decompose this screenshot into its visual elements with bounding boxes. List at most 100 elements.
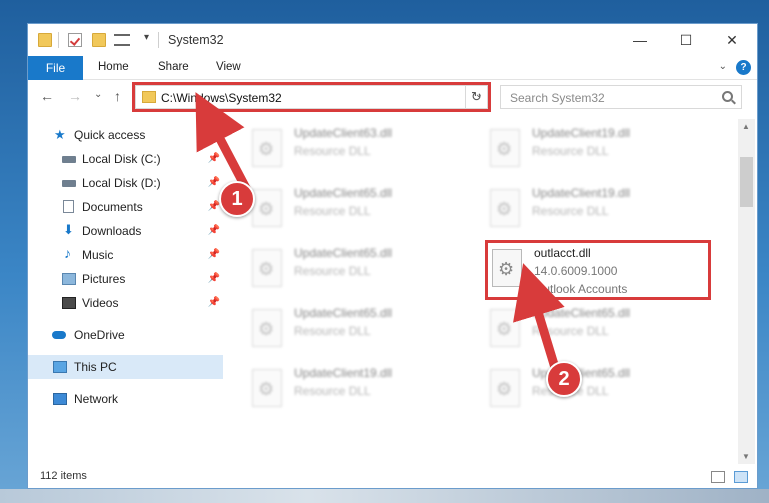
star-icon: ★ [54,127,66,142]
sidebar-item-network[interactable]: Network [28,387,223,411]
help-icon[interactable]: ? [736,60,751,75]
file-type: Resource DLL [532,204,609,218]
file-name: UpdateClient65.dll [532,306,631,320]
item-count: 112 items [40,470,87,482]
details-view-icon[interactable] [711,471,725,483]
sidebar-item-quick-access[interactable]: ★ Quick access [28,123,223,147]
file-type: Resource DLL [294,144,371,158]
file-name: UpdateClient19.dll [294,366,393,380]
sidebar-item-music[interactable]: ♪ Music 📌 [28,243,223,267]
folder-icon [38,33,52,47]
tab-share[interactable]: Share [158,61,189,73]
pin-icon[interactable]: 📌 [208,273,220,284]
list-item[interactable]: UpdateClient65.dll Resource DLL [484,363,704,423]
sidebar-item-onedrive[interactable]: OneDrive [28,323,223,347]
search-icon[interactable] [722,91,733,102]
sidebar-item-label: Pictures [82,272,126,286]
sidebar-item-label: Network [74,392,119,406]
sidebar-item-label: Documents [82,200,143,214]
drive-icon [62,180,76,187]
tab-home[interactable]: Home [98,61,129,73]
scroll-thumb[interactable] [740,157,753,207]
navigation-pane: ★ Quick access Local Disk (C:) 📌 Local D… [28,119,223,459]
sidebar-item-this-pc[interactable]: This PC [28,355,223,379]
window-title: System32 [168,33,224,47]
minimize-button[interactable]: — [617,24,663,56]
maximize-button[interactable]: ☐ [663,24,709,56]
file-explorer-window: ▾ System32 — ☐ ✕ File Home Share View ⌄ … [27,23,758,489]
sidebar-item-pictures[interactable]: Pictures 📌 [28,267,223,291]
sidebar-item-downloads[interactable]: ⬇ Downloads 📌 [28,219,223,243]
up-button[interactable]: ↑ [114,88,121,104]
sidebar-item-label: Quick access [74,128,146,142]
list-item[interactable]: UpdateClient65.dll Resource DLL [246,303,466,363]
scroll-up-icon[interactable]: ▲ [742,122,750,131]
status-bar: 112 items [28,464,757,488]
dll-file-icon [490,309,520,347]
sidebar-item-label: Downloads [82,224,142,238]
dll-file-icon [252,309,282,347]
new-folder-icon[interactable] [92,33,106,47]
list-item[interactable]: UpdateClient19.dll Resource DLL [484,123,704,183]
sidebar-item-label: This PC [74,360,117,374]
videos-icon [62,297,76,309]
scroll-down-icon[interactable]: ▼ [742,452,750,461]
properties-icon[interactable] [68,33,82,47]
list-item[interactable]: UpdateClient65.dll Resource DLL [246,243,466,303]
pin-icon[interactable]: 📌 [208,201,220,212]
step-badge-1: 1 [219,181,255,217]
divider [158,32,159,48]
vertical-scrollbar[interactable]: ▲ ▼ [738,119,755,464]
onedrive-icon [52,331,66,339]
computer-icon [53,361,67,373]
dll-file-icon [252,369,282,407]
sidebar-item-label: Music [82,248,114,262]
pin-icon[interactable]: 📌 [208,249,220,260]
file-name: UpdateClient19.dll [532,126,631,140]
tiles-view-icon[interactable] [734,471,748,483]
expand-ribbon-icon[interactable]: ⌄ [719,61,727,72]
pin-icon[interactable]: 📌 [208,153,220,164]
file-name: UpdateClient63.dll [294,126,393,140]
dll-file-icon [490,369,520,407]
music-icon: ♪ [64,245,71,261]
address-highlight-box [132,82,491,112]
sidebar-item-videos[interactable]: Videos 📌 [28,291,223,315]
file-type: Resource DLL [532,324,609,338]
sidebar-item-label: Local Disk (C:) [82,152,161,166]
list-item[interactable]: UpdateClient19.dll Resource DLL [246,363,466,423]
list-item[interactable]: UpdateClient65.dll Resource DLL [246,183,466,243]
file-type: Resource DLL [294,324,371,338]
recent-locations-button[interactable]: ⌄ [94,89,102,100]
file-name: UpdateClient65.dll [294,246,393,260]
sidebar-item-label: Videos [82,296,119,310]
file-name: UpdateClient65.dll [294,306,393,320]
file-name: UpdateClient65.dll [294,186,393,200]
file-name: UpdateClient19.dll [532,186,631,200]
file-highlight-box [485,240,711,300]
tab-view[interactable]: View [216,61,241,73]
back-button[interactable]: ← [40,88,54,104]
forward-button[interactable]: → [68,88,82,104]
tab-file[interactable]: File [28,56,83,80]
drive-icon [62,156,76,163]
divider [58,32,59,48]
search-placeholder: Search System32 [510,91,605,105]
list-item[interactable]: UpdateClient63.dll Resource DLL [246,123,466,183]
list-item[interactable]: UpdateClient65.dll Resource DLL [484,303,704,363]
file-list: UpdateClient63.dll Resource DLL UpdateCl… [228,119,738,459]
sidebar-item-local-disk-c[interactable]: Local Disk (C:) 📌 [28,147,223,171]
customize-toolbar-icon[interactable] [114,34,130,46]
dll-file-icon [490,129,520,167]
sidebar-item-documents[interactable]: Documents 📌 [28,195,223,219]
file-type: Resource DLL [294,204,371,218]
file-type: Resource DLL [294,264,371,278]
pin-icon[interactable]: 📌 [208,177,220,188]
close-button[interactable]: ✕ [709,24,755,56]
chevron-down-icon[interactable]: ▾ [144,32,158,46]
sidebar-item-local-disk-d[interactable]: Local Disk (D:) 📌 [28,171,223,195]
pin-icon[interactable]: 📌 [208,225,220,236]
pin-icon[interactable]: 📌 [208,297,220,308]
list-item[interactable]: UpdateClient19.dll Resource DLL [484,183,704,243]
search-input[interactable]: Search System32 [500,85,742,109]
